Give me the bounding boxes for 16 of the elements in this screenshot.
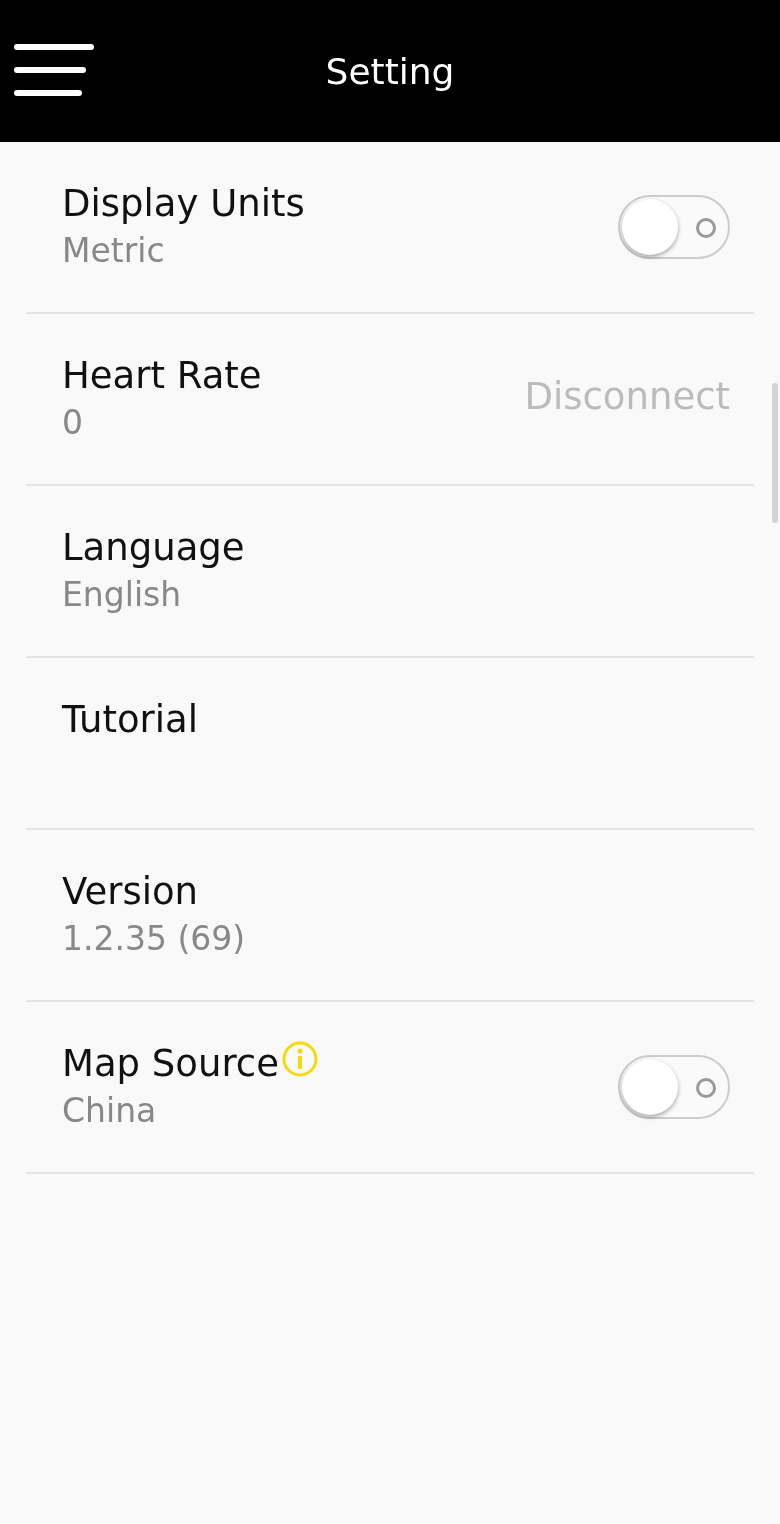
setting-label: Map Source [62,1042,279,1085]
disconnect-button[interactable]: Disconnect [524,374,730,418]
info-icon[interactable] [280,1039,319,1078]
screen-title: Setting [325,50,455,92]
setting-label: Version [62,870,199,913]
setting-value: Metric [62,231,166,270]
setting-label: Heart Rate [62,354,262,397]
setting-label: Language [62,526,245,569]
scrollbar[interactable] [772,383,778,523]
setting-value: China [62,1091,158,1130]
setting-label: Display Units [62,182,305,225]
setting-label: Tutorial [62,698,199,741]
setting-value: English [62,575,183,614]
setting-value: 0 [62,403,84,442]
menu-icon[interactable] [14,44,94,96]
setting-value: 1.2.35 (69) [62,919,247,958]
